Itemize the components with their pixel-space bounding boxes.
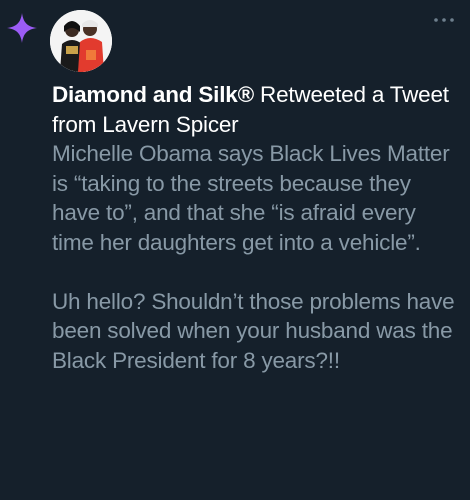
tweet-body: Diamond and Silk® Retweeted a Tweet from… — [52, 80, 462, 375]
more-options-icon[interactable] — [432, 14, 456, 26]
tweet-card: Diamond and Silk® Retweeted a Tweet from… — [0, 0, 470, 500]
retweet-header: Diamond and Silk® Retweeted a Tweet from… — [52, 80, 462, 139]
retweeter-name[interactable]: Diamond and Silk® — [52, 82, 254, 107]
tweet-text: Michelle Obama says Black Lives Matter i… — [52, 141, 455, 373]
avatar[interactable] — [50, 10, 112, 72]
sparkle-icon — [7, 13, 37, 43]
avatar-image — [50, 10, 112, 72]
